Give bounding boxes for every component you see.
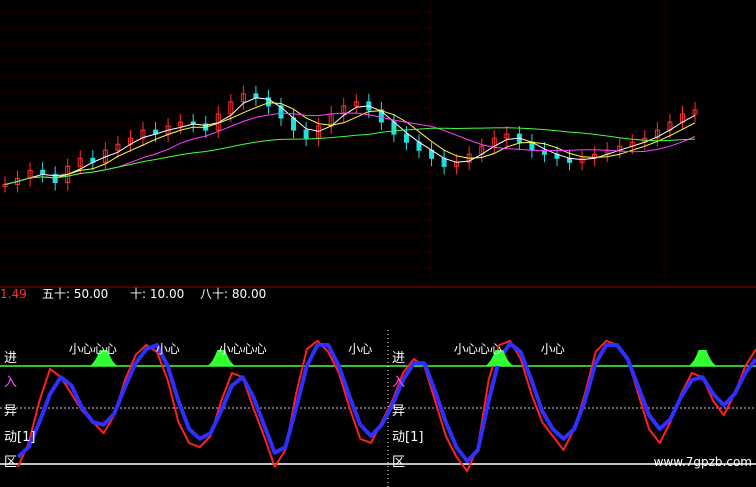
param-label: 八十: 80.00	[200, 287, 266, 301]
candle-body	[441, 157, 447, 167]
side-label: 进	[4, 351, 17, 366]
annotation-label: 小心心心	[219, 342, 267, 356]
param-label: 五十: 50.00	[42, 287, 108, 301]
candle-body	[253, 93, 259, 99]
ma-line-white	[4, 97, 696, 185]
side-label: 异	[4, 404, 17, 419]
side-label: 入	[392, 375, 405, 390]
annotation-label: 小心心心	[454, 342, 502, 356]
watermark: www.7gpzb.com	[654, 455, 752, 469]
side-label: 区	[392, 455, 405, 470]
side-label: 动[1]	[392, 430, 423, 445]
candle-body	[403, 133, 409, 143]
stock-chart: 1.49 五十: 50.00 十: 10.00 八十: 80.00 小心心心 小心 小心心心…	[0, 0, 756, 487]
annotation-label: 小心心心	[69, 342, 117, 356]
side-label: 入	[4, 375, 17, 390]
peak-marker	[688, 350, 717, 366]
side-label: 异	[392, 404, 405, 419]
annotation-label: 小心	[156, 342, 180, 356]
side-label: 区	[4, 455, 17, 470]
param-label: 十: 10.00	[130, 287, 184, 301]
oscillator-line-blue	[16, 341, 756, 464]
side-label: 动[1]	[4, 430, 35, 445]
annotation-label: 小心	[348, 342, 372, 356]
left-value: 1.49	[0, 287, 27, 301]
candle-body	[303, 129, 309, 139]
side-label: 进	[392, 351, 405, 366]
candle-body	[40, 169, 46, 175]
annotation-label: 小心	[541, 342, 565, 356]
